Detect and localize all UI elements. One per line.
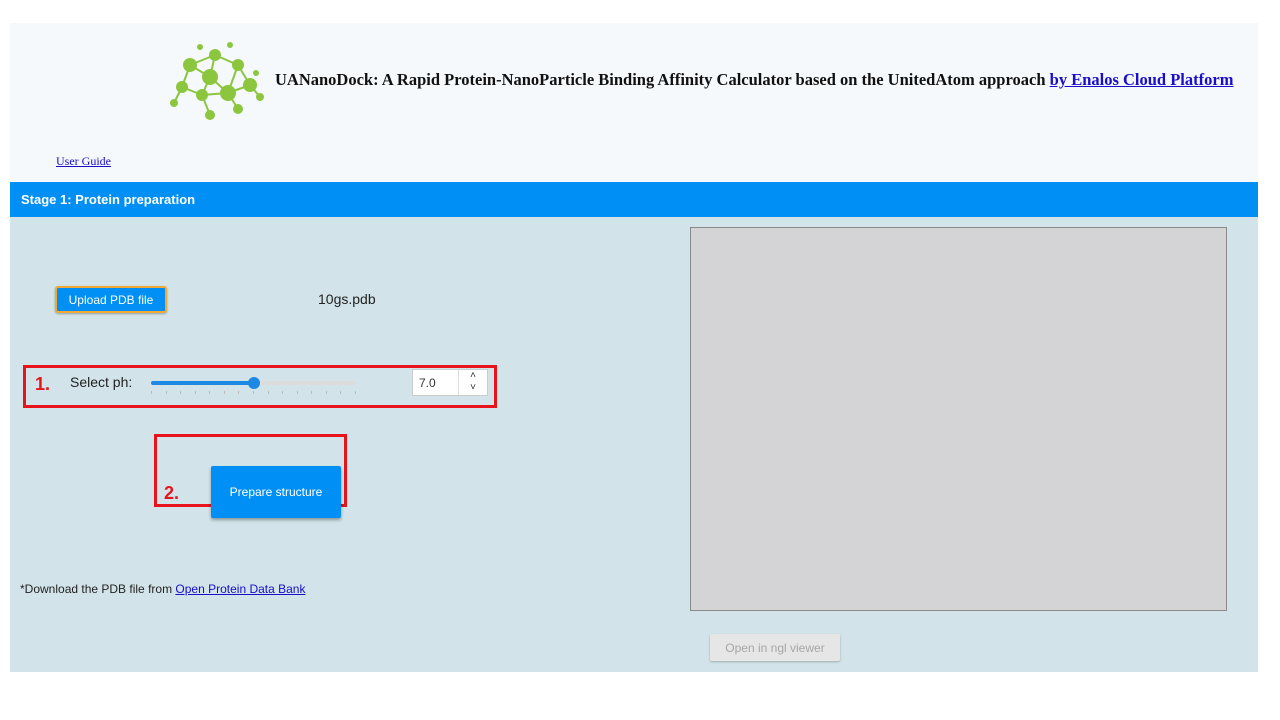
ph-stepper-buttons: ˄ ˅ [458, 370, 487, 395]
title-text: UANanoDock: A Rapid Protein-NanoParticle… [275, 70, 1046, 89]
download-note-text: *Download the PDB file from [20, 582, 176, 596]
user-guide-link[interactable]: User Guide [56, 154, 111, 169]
page-title: UANanoDock: A Rapid Protein-NanoParticle… [275, 70, 1233, 90]
upload-pdb-button[interactable]: Upload PDB file [55, 286, 167, 313]
uploaded-file-name: 10gs.pdb [318, 291, 376, 307]
open-protein-data-bank-link[interactable]: Open Protein Data Bank [175, 582, 305, 596]
step2-number: 2. [164, 483, 180, 503]
prepare-structure-button[interactable]: Prepare structure [211, 466, 341, 518]
structure-viewer[interactable] [690, 227, 1227, 611]
chevron-down-icon[interactable]: ˅ [459, 382, 487, 394]
ph-slider[interactable] [151, 377, 356, 389]
step1-number: 1. [35, 374, 51, 394]
page-frame: UANanoDock: A Rapid Protein-NanoParticle… [10, 23, 1258, 672]
ph-stepper[interactable]: ˄ ˅ [412, 369, 488, 396]
ph-slider-fill [151, 381, 254, 385]
ph-slider-thumb[interactable] [247, 377, 260, 389]
download-note: *Download the PDB file from Open Protein… [20, 582, 305, 596]
stage1-header: Stage 1: Protein preparation [10, 182, 1258, 217]
enalos-cloud-link[interactable]: by Enalos Cloud Platform [1050, 70, 1234, 89]
open-ngl-viewer-button[interactable]: Open in ngl viewer [710, 634, 840, 661]
ph-input[interactable] [413, 370, 459, 395]
chevron-up-icon[interactable]: ˄ [459, 370, 487, 382]
stage1-panel: Upload PDB file 10gs.pdb 1. Select ph: ˄… [10, 217, 1258, 672]
ph-label: Select ph: [70, 374, 133, 390]
ph-slider-ticks [151, 391, 356, 395]
nanoparticle-logo [170, 42, 264, 120]
